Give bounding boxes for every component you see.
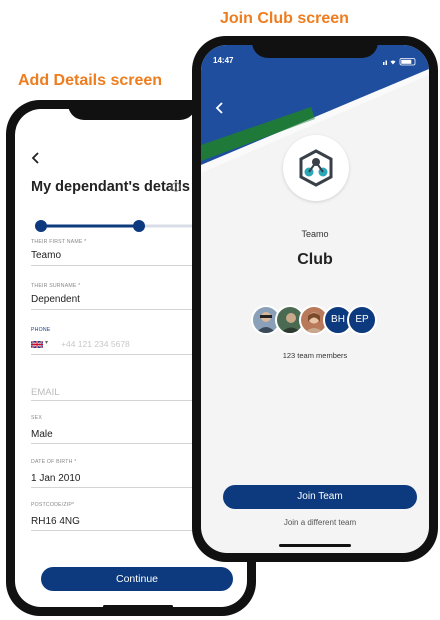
dob-label: DATE OF BIRTH * <box>31 459 77 465</box>
join-club-phone: 14:47 Teamo Club BH EP 123 team members … <box>192 36 438 562</box>
progress-step-1 <box>35 220 47 232</box>
info-icon[interactable] <box>171 182 181 192</box>
join-club-caption: Join Club screen <box>220 10 349 27</box>
join-club-screen: 14:47 Teamo Club BH EP 123 team members … <box>201 45 429 553</box>
first-name-value: Teamo <box>31 250 62 261</box>
club-logo <box>283 135 349 201</box>
club-logo-icon <box>299 149 333 187</box>
sex-label: SEX <box>31 415 42 421</box>
email-placeholder: EMAIL <box>31 387 60 398</box>
member-count: 123 team members <box>282 351 348 360</box>
home-indicator <box>279 544 351 547</box>
uk-flag-icon[interactable] <box>31 341 43 348</box>
first-name-label: THEIR FIRST NAME * <box>31 239 87 245</box>
join-different-team-link[interactable]: Join a different team <box>201 518 429 527</box>
dob-value: 1 Jan 2010 <box>31 473 81 484</box>
add-details-caption: Add Details screen <box>18 72 163 89</box>
phone-label: PHONE <box>31 327 51 333</box>
progress-step-2 <box>133 220 145 232</box>
country-caret-icon[interactable]: ▾ <box>45 339 48 346</box>
status-icons <box>383 58 416 66</box>
status-time: 14:47 <box>213 56 234 65</box>
postcode-label: POSTCODE/ZIP* <box>31 502 75 508</box>
continue-button[interactable]: Continue <box>41 567 233 591</box>
club-name: Club <box>297 251 333 268</box>
chevron-left-icon[interactable] <box>215 99 225 120</box>
join-team-button[interactable]: Join Team <box>223 485 417 509</box>
sex-value: Male <box>31 429 53 440</box>
phone-notch <box>252 36 378 58</box>
avatar-initials: EP <box>347 305 377 335</box>
home-indicator <box>103 605 173 607</box>
phone-placeholder: +44 121 234 5678 <box>61 339 130 349</box>
surname-value: Dependent <box>31 294 80 305</box>
chevron-left-icon[interactable] <box>31 149 41 170</box>
club-name-small: Teamo <box>301 229 329 239</box>
phone-notch <box>68 100 196 120</box>
surname-label: THEIR SURNAME * <box>31 283 81 289</box>
page-title: My dependant's details <box>31 179 190 195</box>
postcode-value: RH16 4NG <box>31 516 80 527</box>
